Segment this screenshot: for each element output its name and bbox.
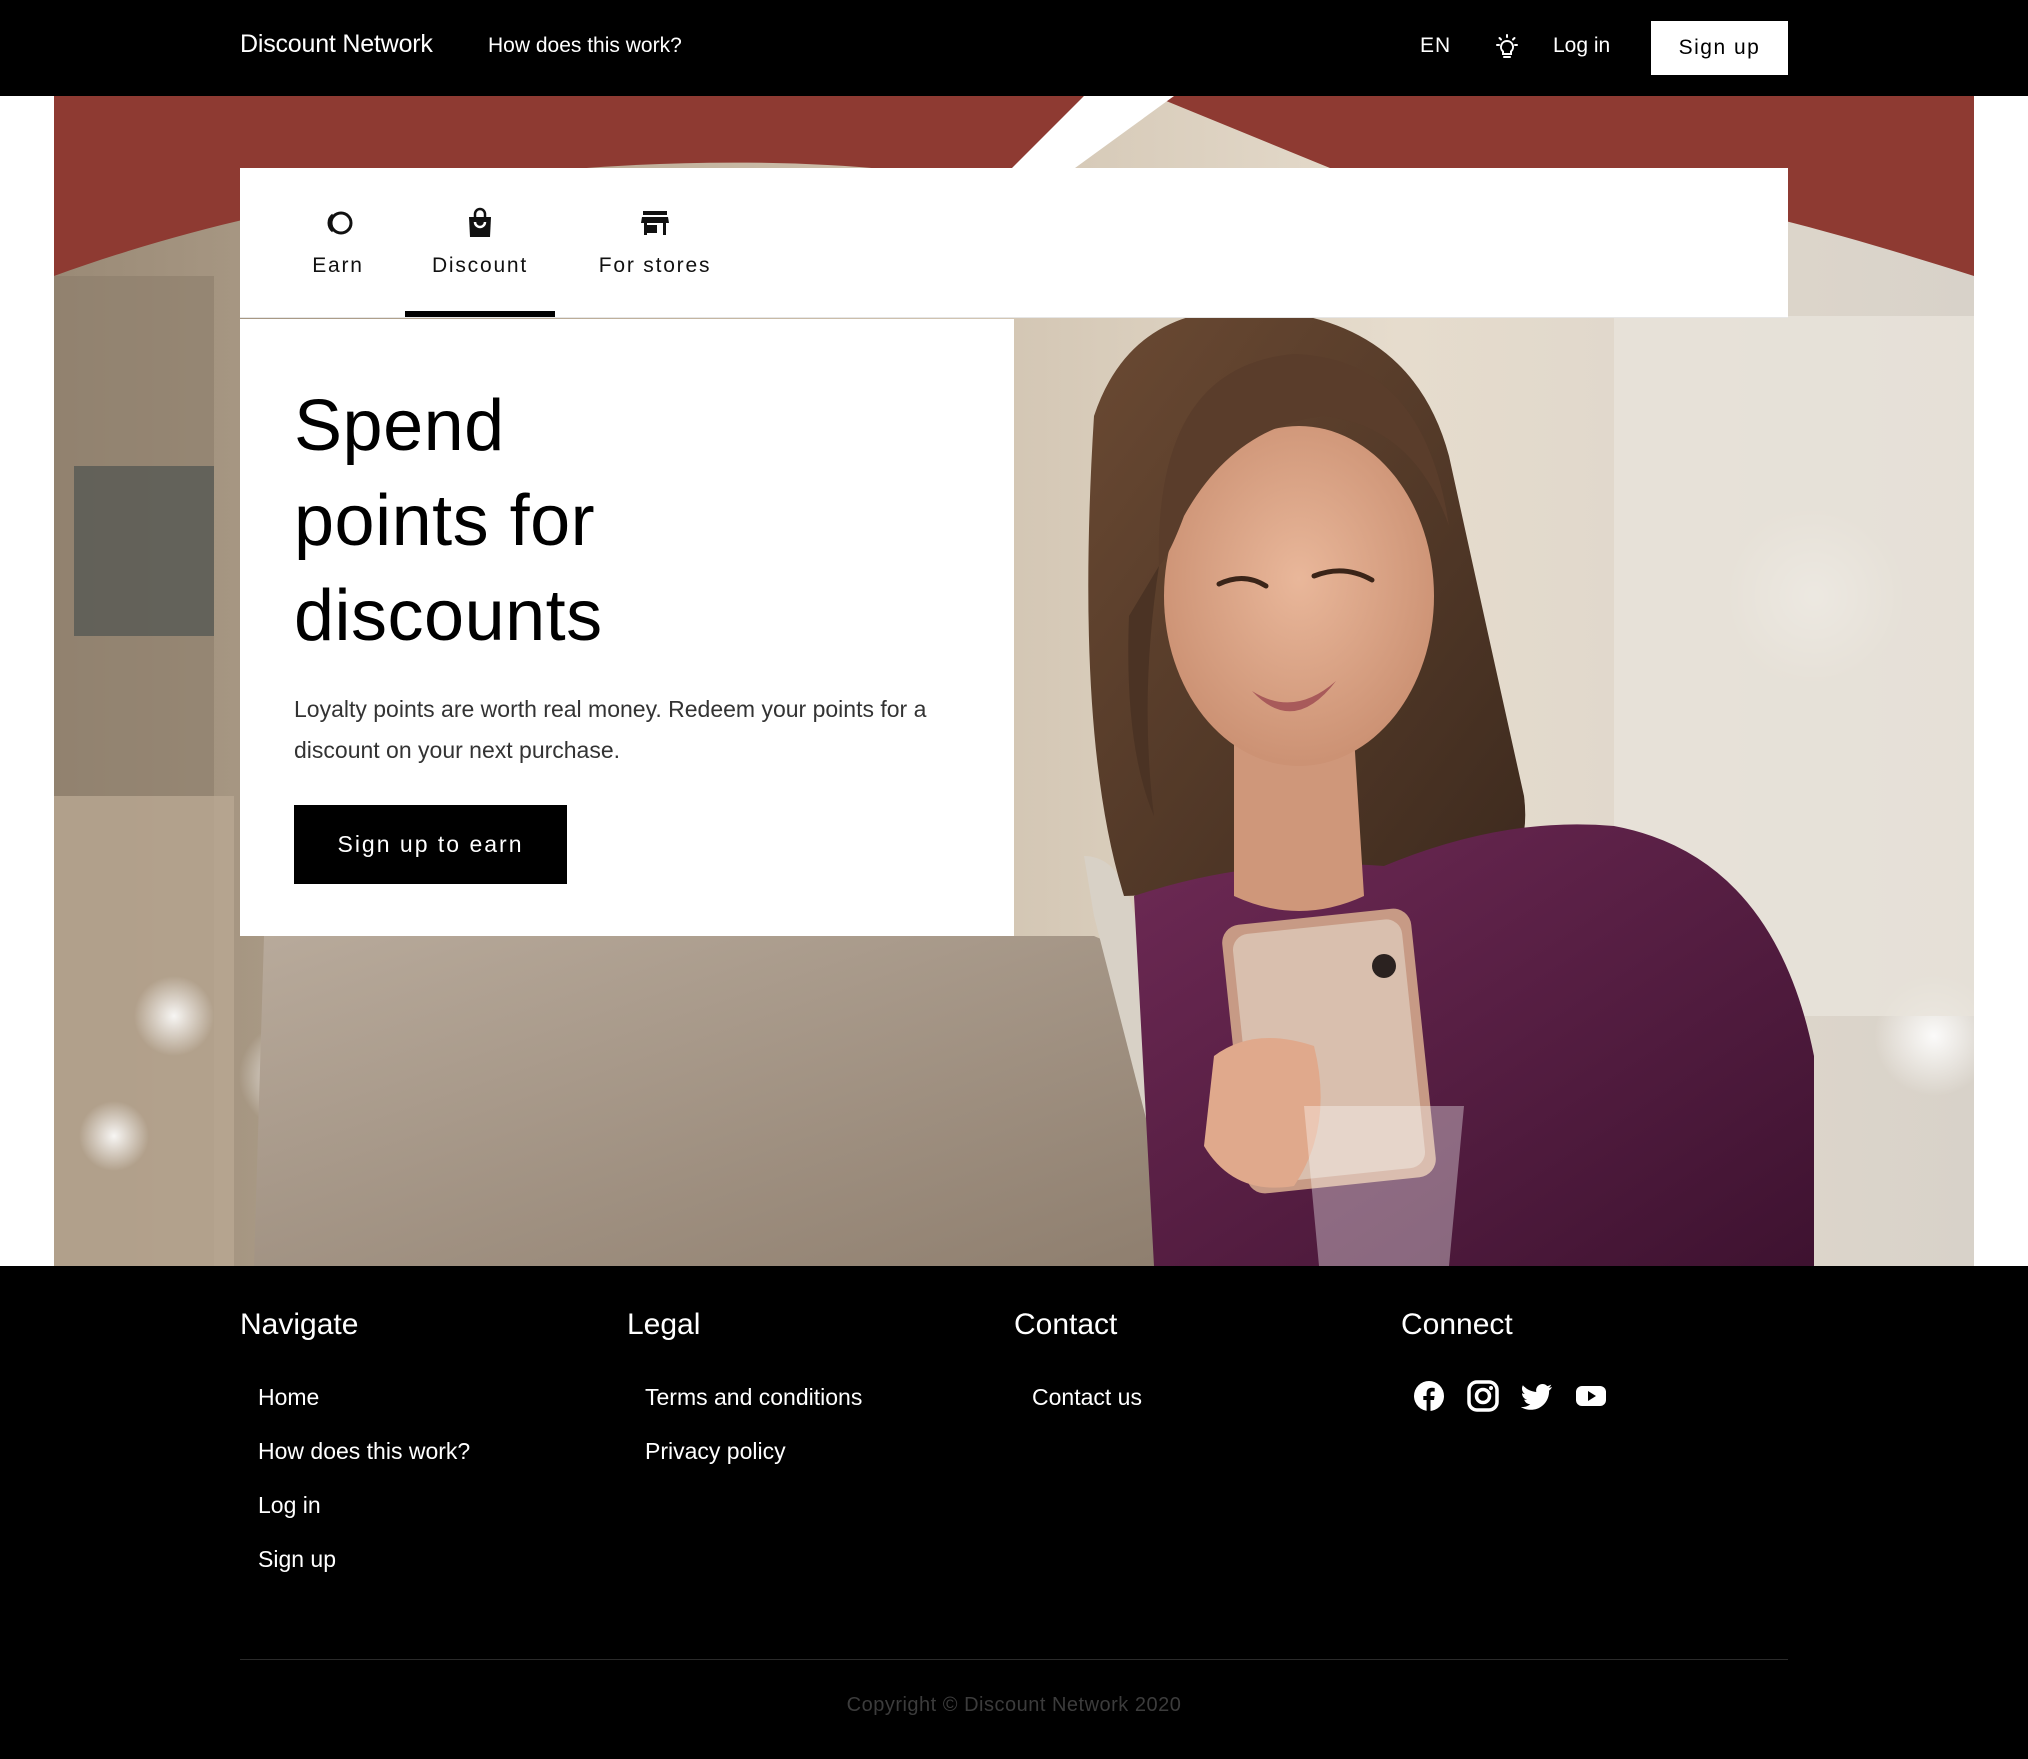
footer-link-home[interactable]: Home <box>258 1382 470 1412</box>
footer-link-signup[interactable]: Sign up <box>258 1544 470 1574</box>
active-tab-indicator <box>405 311 555 317</box>
footer-link-contact-us[interactable]: Contact us <box>1032 1382 1142 1412</box>
login-link[interactable]: Log in <box>1553 34 1610 58</box>
hero-headline: Spend points for discounts <box>294 379 894 664</box>
tab-discount-label: Discount <box>431 254 529 277</box>
footer-legal-title: Legal <box>627 1308 701 1341</box>
tab-discount[interactable]: Discount <box>405 168 555 318</box>
instagram-icon[interactable] <box>1467 1380 1499 1412</box>
footer-connect: Connect <box>1401 1308 1607 1412</box>
footer-navigate-title: Navigate <box>240 1308 359 1341</box>
headline-line-2: points for <box>294 481 596 561</box>
footer-legal: Legal Terms and conditions Privacy polic… <box>627 1308 862 1490</box>
footer-contact-title: Contact <box>1014 1308 1118 1341</box>
footer-divider <box>240 1659 1788 1660</box>
twitter-icon[interactable] <box>1521 1380 1553 1412</box>
footer-link-privacy[interactable]: Privacy policy <box>645 1436 862 1466</box>
tab-for-stores-label: For stores <box>598 254 712 277</box>
hero-content-card: Spend points for discounts Loyalty point… <box>240 319 1014 936</box>
headline-line-3: discounts <box>294 576 603 656</box>
tab-earn-label: Earn <box>312 254 364 277</box>
coins-icon <box>327 211 353 235</box>
tab-for-stores[interactable]: For stores <box>575 168 735 318</box>
footer-link-how[interactable]: How does this work? <box>258 1436 470 1466</box>
top-navbar: Discount Network How does this work? EN … <box>0 0 2028 96</box>
brand-logo-link[interactable]: Discount Network <box>240 30 433 59</box>
copyright-text: Copyright © Discount Network 2020 <box>846 1694 1182 1716</box>
section-tabs: Earn Discount For stores <box>240 168 1788 318</box>
footer-link-terms[interactable]: Terms and conditions <box>645 1382 862 1412</box>
site-footer: Navigate Home How does this work? Log in… <box>0 1266 2028 1759</box>
lightbulb-icon[interactable] <box>1493 33 1521 63</box>
hero-lead-text: Loyalty points are worth real money. Red… <box>294 696 927 763</box>
facebook-icon[interactable] <box>1413 1380 1445 1412</box>
signup-to-earn-button[interactable]: Sign up to earn <box>294 805 567 884</box>
social-links <box>1401 1380 1607 1412</box>
shopping-bag-icon <box>469 207 491 237</box>
headline-line-1: Spend <box>294 386 505 466</box>
tab-earn[interactable]: Earn <box>296 168 380 318</box>
language-selector[interactable]: EN <box>1420 34 1451 58</box>
storefront-icon <box>641 211 669 235</box>
hero-section: Earn Discount For stores Spend points fo… <box>54 96 1974 1266</box>
how-does-this-work-link[interactable]: How does this work? <box>488 34 682 58</box>
footer-contact: Contact Contact us <box>1014 1308 1142 1436</box>
footer-link-login[interactable]: Log in <box>258 1490 470 1520</box>
signup-button[interactable]: Sign up <box>1651 21 1788 75</box>
footer-navigate: Navigate Home How does this work? Log in… <box>240 1308 470 1598</box>
youtube-icon[interactable] <box>1575 1380 1607 1412</box>
footer-connect-title: Connect <box>1401 1308 1513 1341</box>
